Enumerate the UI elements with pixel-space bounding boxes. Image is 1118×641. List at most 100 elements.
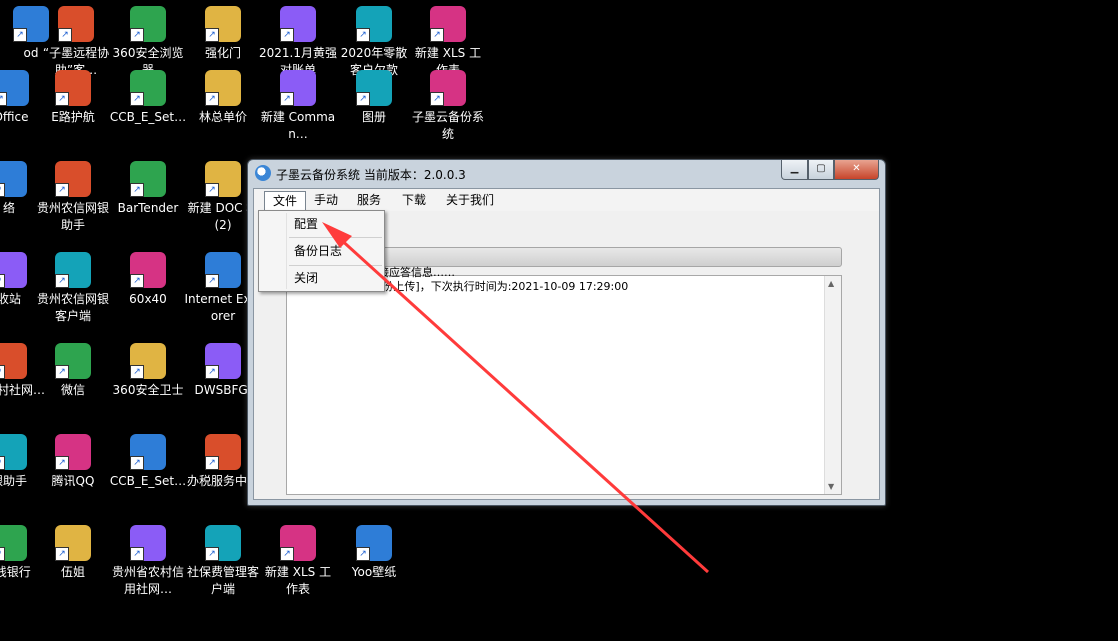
desktop-shortcut[interactable]: ↗ 360安全卫士 [109,343,187,399]
file-menu-dropdown: 配置 备份日志 关闭 [258,210,385,292]
shortcut-arrow-icon: ↗ [430,28,444,42]
shortcut-label: 60x40 [129,292,167,306]
shortcut-label: 微信 [60,383,85,397]
shortcut-arrow-icon: ↗ [130,274,144,288]
menu-download[interactable]: 下载 [394,191,434,209]
shortcut-arrow-icon: ↗ [130,28,144,42]
menu-service[interactable]: 服务 [349,191,389,209]
shortcut-icon: ↗ [430,6,466,42]
shortcut-label: 腾讯QQ [51,474,95,488]
menu-about[interactable]: 关于我们 [438,191,502,209]
desktop-shortcut[interactable]: ↗ 子墨云备份系统 [409,70,487,143]
desktop-shortcut[interactable]: ↗新建 XLS 工作表 [259,525,337,598]
shortcut-label: 子墨云备份系统 [411,110,484,141]
desktop-shortcut[interactable]: ↗ 强化门 [184,6,262,62]
shortcut-label: CCB_E_Set… [109,474,187,488]
desktop-shortcut[interactable]: ↗ 新建 Comman… [259,70,337,143]
menu-item-config[interactable]: 配置 [259,213,382,235]
shortcut-arrow-icon: ↗ [55,547,69,561]
desktop-shortcut[interactable]: ↗ 贵州农信网银客户端 [34,252,112,325]
desktop-shortcut[interactable]: ↗ 腾讯QQ [34,434,112,490]
desktop-shortcut[interactable]: ↗ 林总单价 [184,70,262,126]
shortcut-icon: ↗ [430,70,466,106]
shortcut-arrow-icon: ↗ [0,365,5,379]
shortcut-icon: ↗ [0,434,27,470]
desktop-shortcut[interactable]: ↗ 伍姐 [34,525,112,581]
shortcut-label: 贵州农信网银客户端 [36,292,109,323]
shortcut-icon: ↗ [0,161,27,197]
desktop-shortcut[interactable]: ↗ 贵州省农村信用社网… [109,525,187,598]
desktop-shortcut[interactable]: ↗ BarTender [109,161,187,217]
shortcut-icon: ↗ [205,434,241,470]
close-icon[interactable]: ✕ [834,160,879,180]
shortcut-icon: ↗ [55,161,91,197]
shortcut-arrow-icon: ↗ [130,183,144,197]
log-scrollbar[interactable]: ▲ ▼ [824,276,841,494]
desktop-shortcut[interactable]: ↗2021.1月黄强对账单 [259,6,337,79]
shortcut-label: 贵州农信网银助手 [36,201,109,232]
shortcut-icon: ↗ [55,70,91,106]
shortcut-label: 社保费管理客户端 [186,565,259,596]
shortcut-label: BarTender [117,201,179,215]
shortcut-icon: ↗ [356,525,392,561]
shortcut-icon: ↗ [205,161,241,197]
shortcut-arrow-icon: ↗ [13,28,27,42]
minimize-icon[interactable]: ▁ [781,160,808,180]
shortcut-label: Yoo壁纸 [351,565,397,579]
shortcut-arrow-icon: ↗ [205,456,219,470]
menu-manual[interactable]: 手动 [306,191,346,209]
shortcut-icon: ↗ [58,6,94,42]
shortcut-icon: ↗ [205,6,241,42]
menu-file[interactable]: 文件 [264,191,307,211]
shortcut-icon: ↗ [55,252,91,288]
shortcut-arrow-icon: ↗ [280,547,294,561]
menu-item-close[interactable]: 关闭 [259,267,382,289]
desktop-shortcut[interactable]: ↗ 微信 [34,343,112,399]
shortcut-icon: ↗ [356,70,392,106]
desktop-shortcut[interactable]: ↗“子墨远程协助”客… [37,6,115,79]
desktop-shortcut[interactable]: ↗360安全浏览器 [109,6,187,79]
shortcut-label: 强化门 [204,46,241,60]
desktop-shortcut[interactable]: ↗ Yoo壁纸 [335,525,413,581]
desktop-shortcut[interactable]: ↗ CCB_E_Set… [109,434,187,490]
shortcut-arrow-icon: ↗ [0,274,5,288]
shortcut-label: E路护航 [51,110,95,124]
desktop-shortcut[interactable]: ↗新建 XLS 工作表 [409,6,487,79]
shortcut-icon: ↗ [130,343,166,379]
shortcut-icon: ↗ [55,343,91,379]
menu-item-backup-log[interactable]: 备份日志 [259,240,382,262]
shortcut-icon: ↗ [0,343,27,379]
desktop-shortcut[interactable]: ↗ 贵州农信网银助手 [34,161,112,234]
desktop-shortcut[interactable]: ↗ 社保费管理客户端 [184,525,262,598]
log-textbox[interactable]: 数据连接应答信息…… 09:27:01:调度[备份上传]，下次执行时间为:202… [286,266,842,495]
desktop-shortcut[interactable]: ↗ E路护航 [34,70,112,126]
shortcut-icon: ↗ [0,70,29,106]
desktop-shortcut[interactable]: ↗ CCB_E_Set… [109,70,187,126]
shortcut-arrow-icon: ↗ [280,28,294,42]
shortcut-arrow-icon: ↗ [205,28,219,42]
shortcut-arrow-icon: ↗ [356,92,370,106]
desktop-shortcut[interactable]: ↗ 图册 [335,70,413,126]
shortcut-icon: ↗ [280,525,316,561]
shortcut-icon: ↗ [205,525,241,561]
shortcut-arrow-icon: ↗ [130,92,144,106]
shortcut-icon: ↗ [130,434,166,470]
shortcut-label: 林总单价 [198,110,247,124]
shortcut-label: 360安全卫士 [112,383,184,397]
desktop-shortcut[interactable]: ↗2020年零散客户欠款 [335,6,413,79]
scroll-down-icon[interactable]: ▼ [828,482,834,491]
scroll-up-icon[interactable]: ▲ [828,279,834,288]
shortcut-arrow-icon: ↗ [205,365,219,379]
shortcut-icon: ↗ [130,70,166,106]
shortcut-arrow-icon: ↗ [130,547,144,561]
title-bar[interactable]: 子墨云备份系统 当前版本：2.0.0.3 ▁ ▢ ✕ [248,160,885,187]
shortcut-icon: ↗ [130,252,166,288]
shortcut-arrow-icon: ↗ [205,547,219,561]
shortcut-arrow-icon: ↗ [55,365,69,379]
shortcut-arrow-icon: ↗ [356,28,370,42]
shortcut-icon: ↗ [280,70,316,106]
maximize-icon[interactable]: ▢ [808,160,834,180]
shortcut-arrow-icon: ↗ [280,92,294,106]
desktop-shortcut[interactable]: ↗ 60x40 [109,252,187,308]
shortcut-label: 新建 Comman… [260,110,336,141]
